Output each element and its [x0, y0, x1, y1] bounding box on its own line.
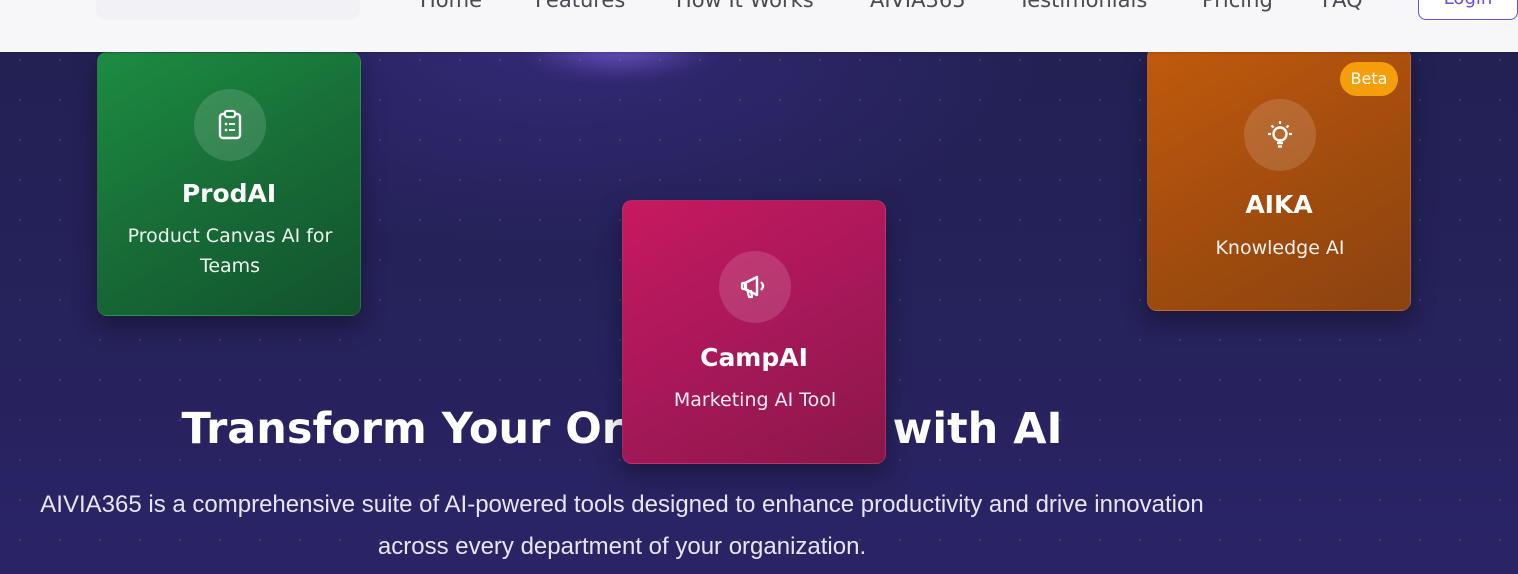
aika-card[interactable]: Beta AIKA Knowledge AI [1147, 47, 1411, 311]
clipboard-list-icon [194, 89, 266, 161]
prodai-card[interactable]: ProdAI Product Canvas AI for Teams [97, 52, 361, 316]
megaphone-icon [719, 251, 791, 323]
campai-card[interactable]: CampAI Marketing AI Tool [622, 200, 886, 464]
hero-description: AIVIA365 is a comprehensive suite of AI-… [40, 491, 1204, 560]
nav-link-home[interactable]: Home [420, 0, 482, 12]
card-title: AIKA [1245, 190, 1313, 219]
nav-link-testimonials[interactable]: Testimonials [1018, 0, 1147, 12]
card-subtitle: Marketing AI Tool [673, 389, 837, 411]
card-subtitle: Knowledge AI [1215, 237, 1345, 259]
nav-link-how-it-works[interactable]: How It Works [676, 0, 814, 12]
brand-logo-area[interactable] [96, 0, 360, 20]
hero-section: ProdAI Product Canvas AI for Teams Beta … [0, 0, 1518, 574]
lightbulb-icon [1244, 99, 1316, 171]
card-subtitle: Product Canvas AI for Teams [127, 225, 333, 277]
nav-link-aivia365[interactable]: AIVIA365 [870, 0, 966, 12]
login-button[interactable]: Login [1418, 0, 1518, 20]
card-title: ProdAI [181, 179, 277, 208]
beta-badge: Beta [1340, 62, 1398, 96]
nav-link-features[interactable]: Features [535, 0, 625, 12]
top-navbar: Home Features How It Works AIVIA365 Test… [0, 0, 1518, 52]
nav-link-faq[interactable]: FAQ [1322, 0, 1363, 12]
nav-link-pricing[interactable]: Pricing [1202, 0, 1273, 12]
card-title: CampAI [700, 343, 808, 372]
